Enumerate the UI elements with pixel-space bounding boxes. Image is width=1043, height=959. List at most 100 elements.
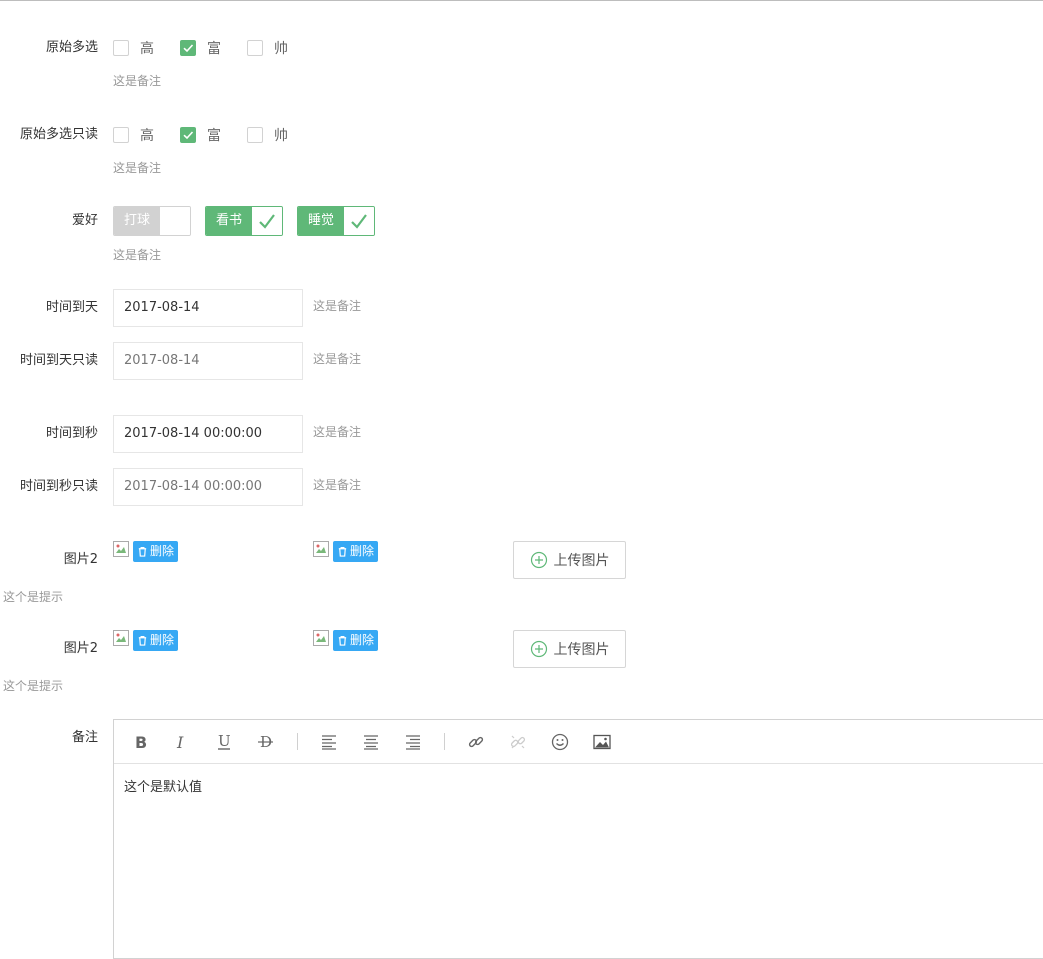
checkbox-label: 原始多选 xyxy=(45,40,98,55)
check-icon xyxy=(259,214,275,229)
align-left-icon[interactable] xyxy=(318,731,340,753)
hobby-tag-shuijiao[interactable]: 睡觉 xyxy=(297,206,376,236)
datetime-input[interactable]: 2017-08-14 00:00:00 xyxy=(113,415,303,453)
image-item: 删除 xyxy=(113,630,179,652)
field-note: 这是备注 xyxy=(313,425,362,439)
plus-circle-icon xyxy=(530,640,547,658)
trash-icon xyxy=(338,636,347,646)
link-icon[interactable] xyxy=(465,731,487,753)
trash-icon xyxy=(138,636,147,646)
rich-text-editor: B I U D 这个是默认值 xyxy=(113,719,1043,959)
hobby-label: 爱好 xyxy=(71,213,98,228)
editor-content[interactable]: 这个是默认值 xyxy=(114,764,1043,807)
plus-circle-icon xyxy=(530,551,547,569)
checkbox-option-label: 富 xyxy=(207,128,221,144)
align-center-icon[interactable] xyxy=(360,731,382,753)
delete-label: 删除 xyxy=(150,544,175,558)
checkbox-box-checked[interactable] xyxy=(180,127,196,143)
toolbar-separator xyxy=(297,733,298,750)
broken-image-icon xyxy=(313,541,329,557)
delete-image-button[interactable]: 删除 xyxy=(333,630,379,651)
image-item: 删除 xyxy=(313,630,379,652)
toolbar-separator xyxy=(444,733,445,750)
delete-label: 删除 xyxy=(150,633,175,647)
field-hint: 这个是提示 xyxy=(3,679,64,693)
image-label: 图片2 xyxy=(63,552,98,567)
check-icon xyxy=(183,131,194,140)
tag-check-area xyxy=(252,207,283,235)
checkbox-box[interactable] xyxy=(113,40,129,56)
trash-icon xyxy=(138,547,147,557)
checkbox-option-shuai[interactable]: 帅 xyxy=(247,38,288,58)
checkbox-readonly-label: 原始多选只读 xyxy=(19,127,98,142)
checkbox-option-label: 高 xyxy=(140,128,154,144)
checkbox-box-checked[interactable] xyxy=(180,40,196,56)
image-item: 删除 xyxy=(113,541,179,563)
field-note: 这是备注 xyxy=(113,248,162,262)
underline-icon[interactable]: U xyxy=(213,731,235,753)
unlink-icon[interactable] xyxy=(507,731,529,753)
upload-label: 上传图片 xyxy=(553,553,610,569)
checkbox-option-label: 帅 xyxy=(274,128,288,144)
top-divider xyxy=(0,0,1043,1)
hobby-tag-kanshu[interactable]: 看书 xyxy=(205,206,284,236)
svg-text:U: U xyxy=(218,733,231,750)
checkbox-readonly-group: 高 富 帅 xyxy=(113,125,314,145)
image-label: 图片2 xyxy=(63,641,98,656)
image-item: 删除 xyxy=(313,541,379,563)
delete-image-button[interactable]: 删除 xyxy=(133,630,179,651)
datetime-readonly-input[interactable]: 2017-08-14 00:00:00 xyxy=(113,468,303,506)
upload-label: 上传图片 xyxy=(553,642,610,658)
strikethrough-icon[interactable]: D xyxy=(255,731,277,753)
svg-text:B: B xyxy=(135,733,147,751)
upload-image-button[interactable]: 上传图片 xyxy=(513,630,626,668)
remark-label: 备注 xyxy=(71,730,98,745)
tag-check-area xyxy=(344,207,375,235)
check-icon xyxy=(183,44,194,53)
delete-image-button[interactable]: 删除 xyxy=(333,541,379,562)
image-icon[interactable] xyxy=(591,731,613,753)
delete-label: 删除 xyxy=(350,544,375,558)
italic-icon[interactable]: I xyxy=(171,731,193,753)
checkbox-box[interactable] xyxy=(247,127,263,143)
field-note: 这是备注 xyxy=(113,161,162,175)
checkbox-option-gao[interactable]: 高 xyxy=(113,38,154,58)
hobby-tag-group: 打球 看书 睡觉 xyxy=(113,206,389,236)
checkbox-box[interactable] xyxy=(247,40,263,56)
checkbox-box[interactable] xyxy=(113,127,129,143)
trash-icon xyxy=(338,547,347,557)
align-right-icon[interactable] xyxy=(402,731,424,753)
hobby-tag-label: 打球 xyxy=(114,207,161,235)
check-icon xyxy=(351,214,367,229)
date-label: 时间到天 xyxy=(45,300,98,315)
datetime-label: 时间到秒 xyxy=(45,426,98,441)
field-note: 这是备注 xyxy=(113,74,162,88)
date-readonly-input[interactable]: 2017-08-14 xyxy=(113,342,303,380)
hobby-tag-dagiu[interactable]: 打球 xyxy=(113,206,192,236)
date-readonly-label: 时间到天只读 xyxy=(19,353,98,368)
hobby-tag-label: 看书 xyxy=(206,207,253,235)
delete-image-button[interactable]: 删除 xyxy=(133,541,179,562)
date-input[interactable]: 2017-08-14 xyxy=(113,289,303,327)
checkbox-option-gao[interactable]: 高 xyxy=(113,125,154,145)
field-note: 这是备注 xyxy=(313,478,362,492)
bold-icon[interactable]: B xyxy=(130,731,152,753)
broken-image-icon xyxy=(113,630,129,646)
upload-image-button[interactable]: 上传图片 xyxy=(513,541,626,579)
datetime-readonly-label: 时间到秒只读 xyxy=(19,479,98,494)
field-note: 这是备注 xyxy=(313,352,362,366)
checkbox-option-label: 帅 xyxy=(274,41,288,57)
hobby-tag-label: 睡觉 xyxy=(298,207,345,235)
editor-toolbar: B I U D xyxy=(114,720,1043,764)
checkbox-option-shuai[interactable]: 帅 xyxy=(247,125,288,145)
emoji-icon[interactable] xyxy=(549,731,571,753)
field-hint: 这个是提示 xyxy=(3,590,64,604)
checkbox-option-fu[interactable]: 富 xyxy=(180,38,221,58)
delete-label: 删除 xyxy=(350,633,375,647)
tag-check-area xyxy=(160,207,191,235)
checkbox-option-fu[interactable]: 富 xyxy=(180,125,221,145)
broken-image-icon xyxy=(113,541,129,557)
checkbox-option-label: 高 xyxy=(140,41,154,57)
broken-image-icon xyxy=(313,630,329,646)
svg-text:I: I xyxy=(176,733,184,751)
